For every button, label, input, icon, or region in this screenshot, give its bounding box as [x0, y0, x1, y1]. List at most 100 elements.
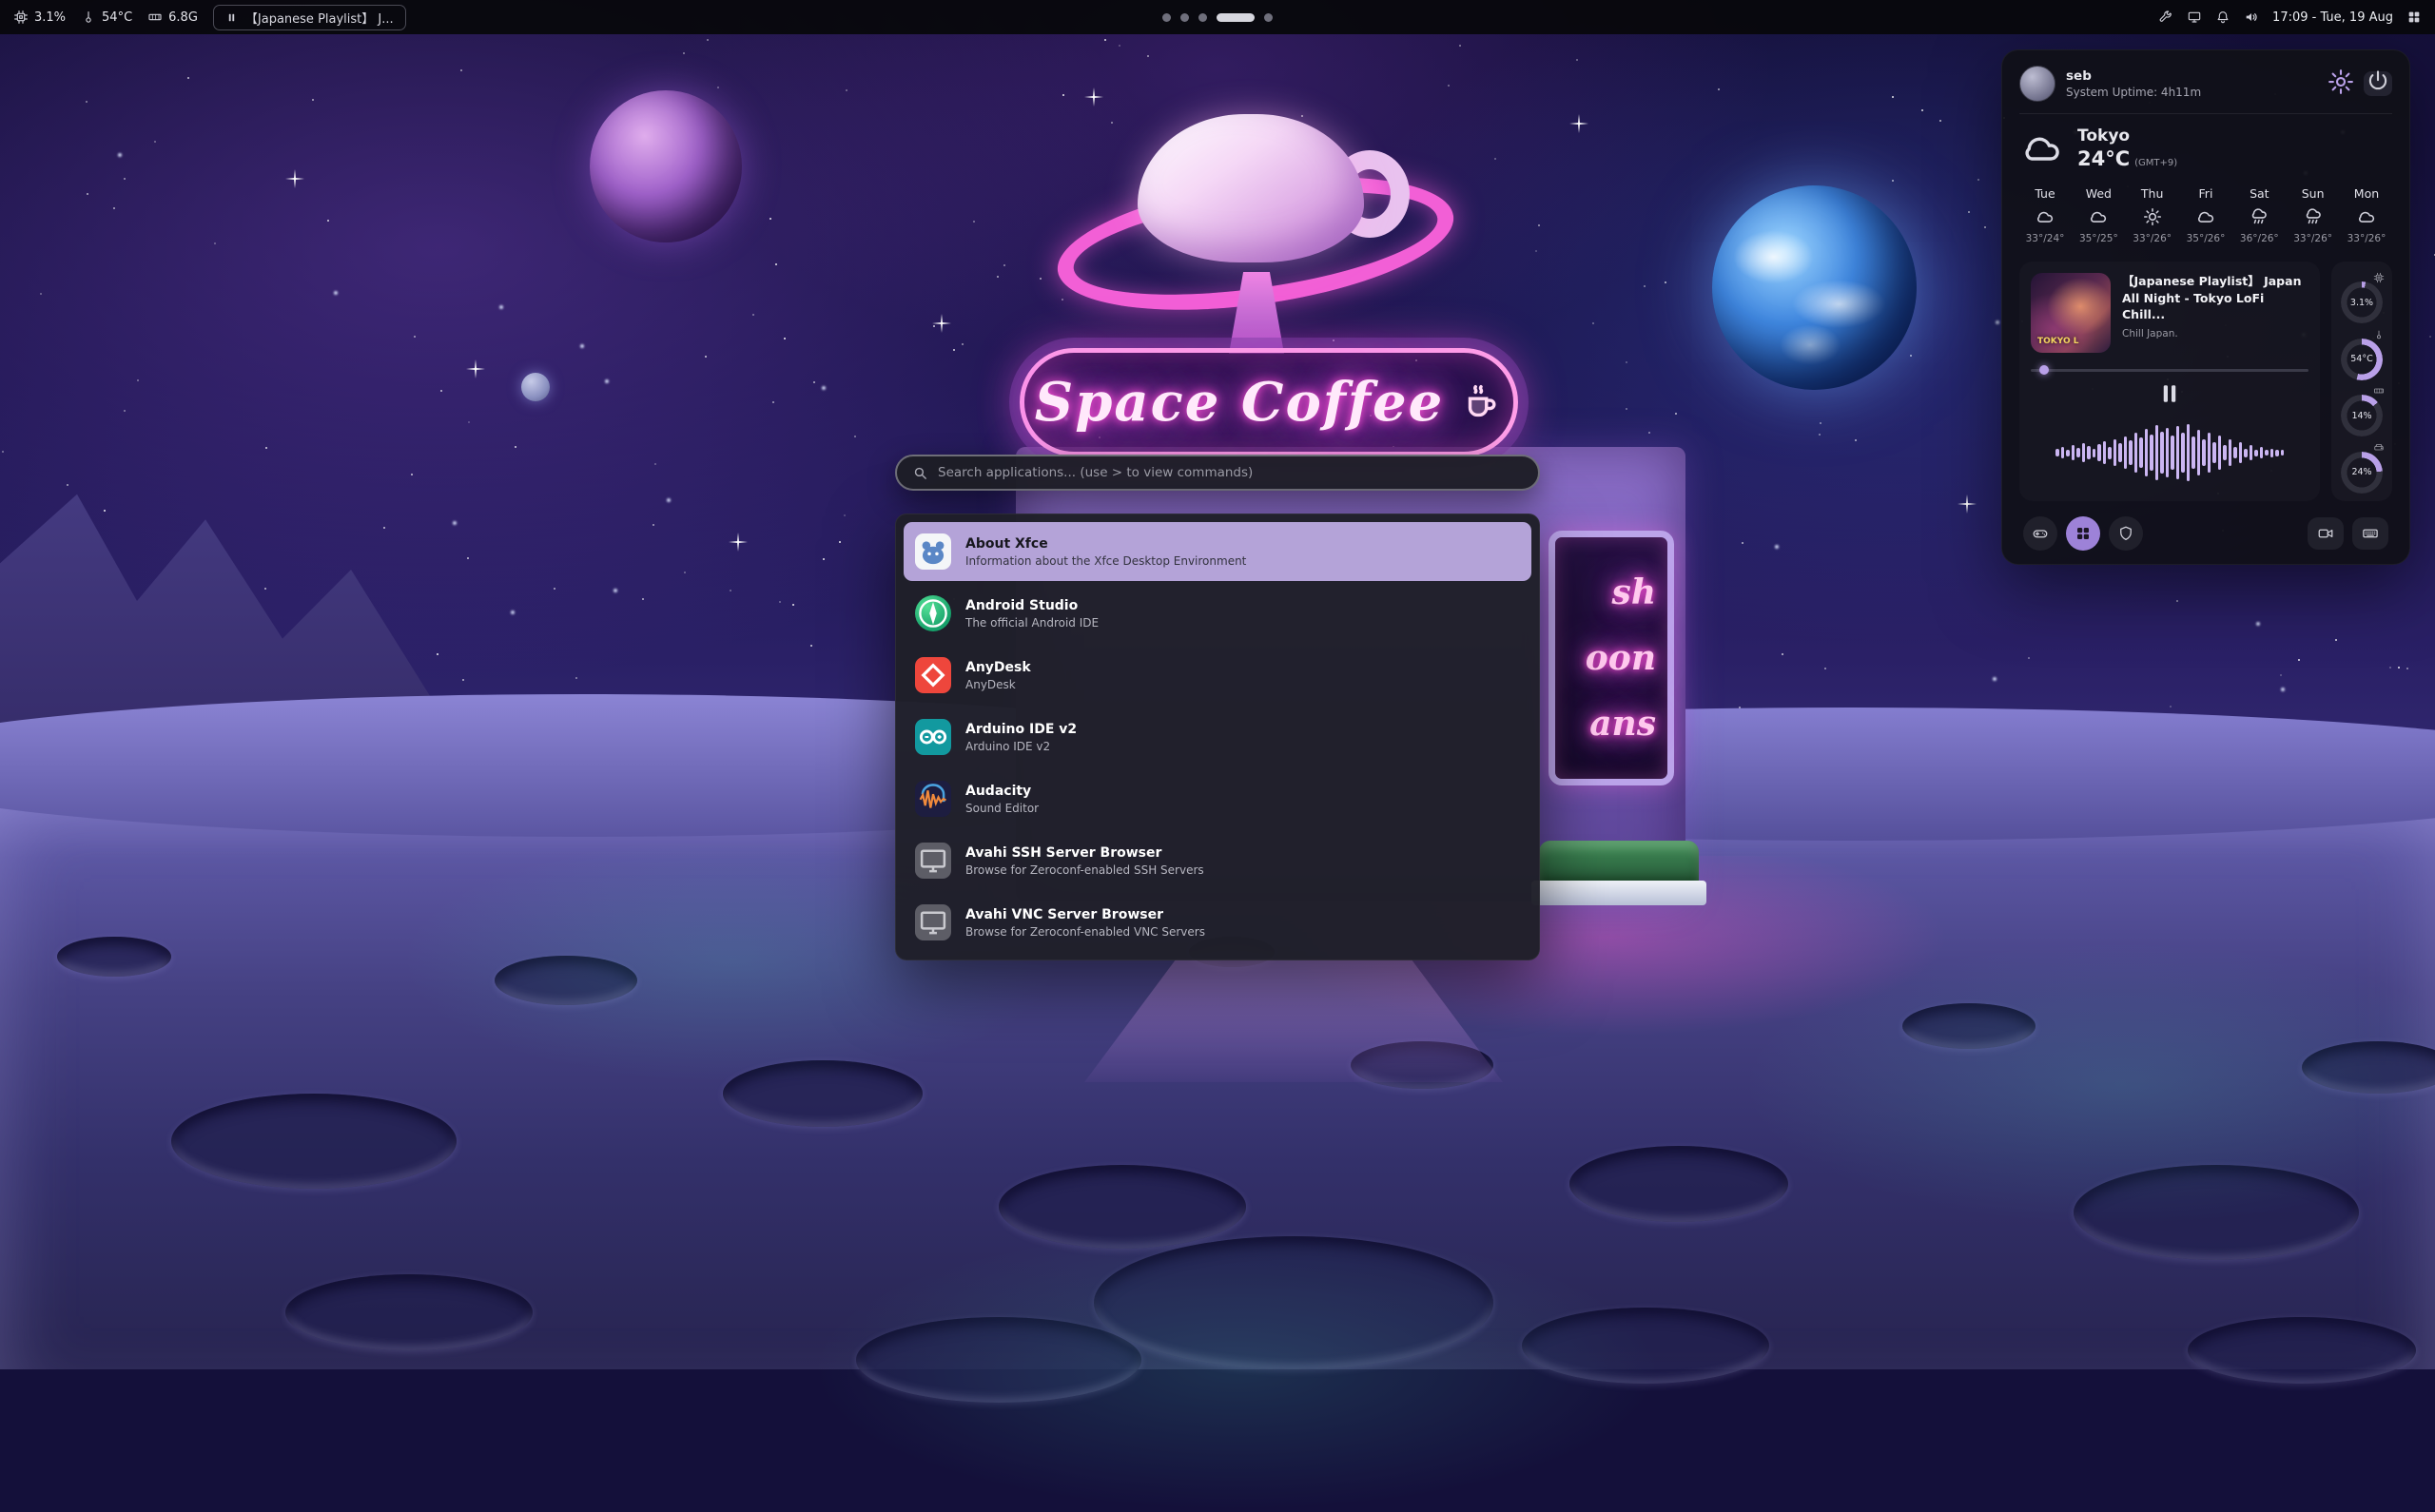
temperature-indicator[interactable]: 54°C [81, 10, 132, 25]
gamepad-button[interactable] [2023, 516, 2057, 551]
workspace-dot[interactable] [1180, 13, 1189, 22]
forecast-day-label: Wed [2086, 186, 2112, 201]
app-title: Avahi SSH Server Browser [965, 845, 1204, 861]
forecast-day-label: Thu [2141, 186, 2163, 201]
forecast-day: Thu33°/26° [2129, 186, 2176, 244]
progress-handle[interactable] [2039, 365, 2049, 375]
workspace-dot-active[interactable] [1217, 13, 1255, 22]
power-button[interactable] [2364, 71, 2392, 96]
audio-waveform [2031, 416, 2308, 490]
waveform-bar [2208, 433, 2211, 473]
media-pill-label: 【Japanese Playlist】 J... [245, 9, 394, 27]
keyboard-button[interactable] [2352, 517, 2388, 550]
app-title: Audacity [965, 784, 1039, 799]
weather-forecast: Tue33°/24°Wed35°/25°Thu33°/26°Fri35°/26°… [2019, 186, 2392, 244]
launcher-result-item[interactable]: Android Studio The official Android IDE [904, 584, 1531, 643]
app-title: AnyDesk [965, 660, 1031, 675]
waveform-bar [2212, 442, 2216, 463]
app-title: Android Studio [965, 598, 1099, 613]
launcher-result-item[interactable]: AnyDesk AnyDesk [904, 646, 1531, 705]
waveform-bar [2124, 436, 2128, 469]
forecast-temps: 35°/26° [2187, 233, 2226, 244]
workspace-dot[interactable] [1264, 13, 1273, 22]
crater [171, 1094, 457, 1189]
crater [57, 937, 171, 977]
cpu-indicator[interactable]: 3.1% [13, 10, 66, 25]
app-title: Arduino IDE v2 [965, 722, 1077, 737]
avatar[interactable] [2019, 66, 2055, 102]
system-uptime: System Uptime: 4h11m [2066, 86, 2201, 99]
tools-icon[interactable] [2158, 10, 2173, 25]
media-progress-bar[interactable] [2031, 364, 2308, 376]
shield-button[interactable] [2109, 516, 2143, 551]
forecast-temps: 36°/26° [2240, 233, 2279, 244]
memory-value: 6.8G [168, 10, 198, 25]
pause-button[interactable] [2155, 381, 2184, 410]
media-pill[interactable]: 【Japanese Playlist】 J... [213, 5, 406, 30]
waveform-bar [2129, 440, 2133, 465]
coffee-cup-icon [1459, 380, 1503, 424]
cloud-icon [2088, 206, 2109, 227]
search-input[interactable] [938, 465, 1523, 480]
app-description: AnyDesk [965, 678, 1031, 691]
weather-widget[interactable]: Tokyo 24°C (GMT+9) [2019, 126, 2392, 171]
pause-icon [225, 11, 238, 24]
forecast-day-label: Sun [2302, 186, 2325, 201]
launcher-results: About Xfce Information about the Xfce De… [895, 514, 1540, 960]
forecast-day-label: Mon [2354, 186, 2379, 201]
forecast-temps: 33°/26° [2347, 233, 2386, 244]
workspace-dot[interactable] [1198, 13, 1207, 22]
display-icon[interactable] [2187, 10, 2202, 25]
video-button[interactable] [2308, 517, 2344, 550]
app-grid-icon[interactable] [2406, 10, 2422, 25]
album-art[interactable]: TOKYO L [2031, 273, 2111, 353]
app-title: Avahi VNC Server Browser [965, 907, 1205, 922]
gauge-value: 54°C [2341, 339, 2383, 380]
waveform-bar [2066, 450, 2070, 456]
waveform-bar [2145, 429, 2149, 476]
volume-icon[interactable] [2244, 10, 2259, 25]
star-sparkle [932, 314, 951, 333]
waveform-bar [2270, 449, 2274, 457]
gamepad-icon [2032, 525, 2049, 542]
audacity-app-icon [915, 781, 951, 817]
launcher-result-item[interactable]: Avahi VNC Server Browser Browse for Zero… [904, 893, 1531, 952]
earth [1712, 185, 1917, 390]
quick-buttons-row [2019, 516, 2392, 551]
app-description: Information about the Xfce Desktop Envir… [965, 554, 1246, 568]
forecast-day-label: Sat [2250, 186, 2269, 201]
workspace-dot[interactable] [1162, 13, 1171, 22]
waveform-bar [2160, 432, 2164, 474]
launcher-result-item[interactable]: Audacity Sound Editor [904, 769, 1531, 828]
progress-track [2031, 369, 2308, 372]
cpu-icon [13, 10, 29, 25]
forecast-temps: 33°/26° [2293, 233, 2332, 244]
apps-button[interactable] [2066, 516, 2100, 551]
waveform-bar [2155, 425, 2159, 480]
bell-icon[interactable] [2215, 10, 2230, 25]
launcher-result-item[interactable]: About Xfce Information about the Xfce De… [904, 522, 1531, 581]
waveform-bar [2118, 443, 2122, 462]
forecast-day: Tue33°/24° [2021, 186, 2069, 244]
forecast-day-label: Fri [2199, 186, 2213, 201]
neon-sign-text: Space Coffee [1035, 371, 1444, 434]
cpu-value: 3.1% [34, 10, 66, 25]
waveform-bar [2108, 447, 2112, 459]
launcher-result-item[interactable]: Arduino IDE v2 Arduino IDE v2 [904, 708, 1531, 766]
anydesk-app-icon [915, 657, 951, 693]
window-neon-text: oon [1586, 638, 1656, 678]
memory-gauge: 14% [2339, 382, 2385, 436]
launcher-search-bar[interactable] [895, 455, 1540, 491]
clock[interactable]: 17:09 - Tue, 19 Aug [2272, 10, 2393, 25]
cloud-icon [2035, 206, 2055, 227]
settings-button[interactable] [2327, 71, 2355, 96]
waveform-bar [2072, 445, 2075, 460]
keyboard-icon [2362, 525, 2379, 542]
xfce-app-icon [915, 533, 951, 570]
launcher-result-item[interactable]: Avahi SSH Server Browser Browse for Zero… [904, 831, 1531, 890]
forecast-temps: 35°/25° [2079, 233, 2118, 244]
waveform-bar [2218, 436, 2222, 470]
search-icon [912, 465, 928, 481]
memory-indicator[interactable]: 6.8G [147, 10, 198, 25]
waveform-bar [2061, 447, 2065, 458]
